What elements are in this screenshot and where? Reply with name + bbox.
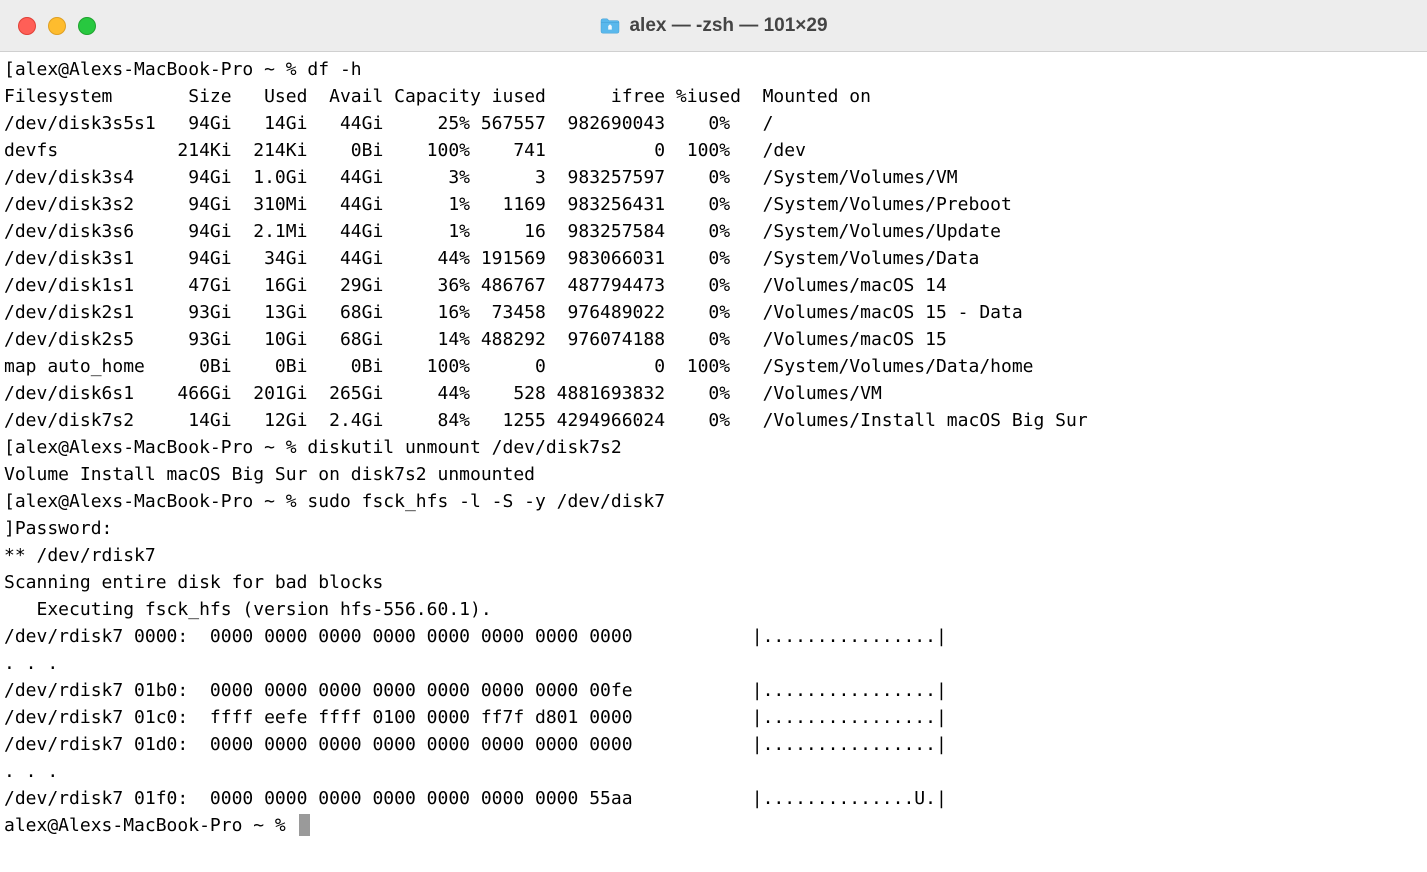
hex-dump-line: /dev/rdisk7 01b0: 0000 0000 0000 0000 00… [4, 677, 1423, 704]
df-header: Filesystem Size Used Avail Capacity iuse… [4, 83, 1423, 110]
zoom-button[interactable] [78, 17, 96, 35]
home-folder-icon [599, 17, 621, 35]
hex-dump-line: /dev/rdisk7 01c0: ffff eefe ffff 0100 00… [4, 704, 1423, 731]
df-row: /dev/disk1s1 47Gi 16Gi 29Gi 36% 486767 4… [4, 272, 1423, 299]
cursor [299, 814, 310, 836]
df-row: /dev/disk2s1 93Gi 13Gi 68Gi 16% 73458 97… [4, 299, 1423, 326]
prompt-line[interactable]: alex@Alexs-MacBook-Pro ~ % [4, 812, 1423, 839]
fsck-scan: Scanning entire disk for bad blocks [4, 569, 1423, 596]
hex-dump-line: . . . [4, 650, 1423, 677]
hex-dump-line: /dev/rdisk7 01d0: 0000 0000 0000 0000 00… [4, 731, 1423, 758]
df-row: map auto_home 0Bi 0Bi 0Bi 100% 0 0 100% … [4, 353, 1423, 380]
hex-dump-line: . . . [4, 758, 1423, 785]
fsck-exec: Executing fsck_hfs (version hfs-556.60.1… [4, 596, 1423, 623]
password-prompt: ]Password: [4, 515, 1423, 542]
terminal-body[interactable]: [alex@Alexs-MacBook-Pro ~ % df -hFilesys… [0, 52, 1427, 843]
df-row: /dev/disk3s6 94Gi 2.1Mi 44Gi 1% 16 98325… [4, 218, 1423, 245]
hex-dump-line: /dev/rdisk7 01f0: 0000 0000 0000 0000 00… [4, 785, 1423, 812]
window-title: alex — -zsh — 101×29 [629, 12, 827, 39]
df-row: /dev/disk3s5s1 94Gi 14Gi 44Gi 25% 567557… [4, 110, 1423, 137]
df-row: /dev/disk6s1 466Gi 201Gi 265Gi 44% 528 4… [4, 380, 1423, 407]
hex-dump-line: /dev/rdisk7 0000: 0000 0000 0000 0000 00… [4, 623, 1423, 650]
window-titlebar: alex — -zsh — 101×29 [0, 0, 1427, 52]
df-row: /dev/disk2s5 93Gi 10Gi 68Gi 14% 488292 9… [4, 326, 1423, 353]
df-row: /dev/disk3s1 94Gi 34Gi 44Gi 44% 191569 9… [4, 245, 1423, 272]
prompt-line: [alex@Alexs-MacBook-Pro ~ % sudo fsck_hf… [4, 488, 1423, 515]
prompt-line: [alex@Alexs-MacBook-Pro ~ % diskutil unm… [4, 434, 1423, 461]
fsck-banner: ** /dev/rdisk7 [4, 542, 1423, 569]
close-button[interactable] [18, 17, 36, 35]
prompt-line: [alex@Alexs-MacBook-Pro ~ % df -h [4, 56, 1423, 83]
df-row: /dev/disk3s4 94Gi 1.0Gi 44Gi 3% 3 983257… [4, 164, 1423, 191]
unmount-output: Volume Install macOS Big Sur on disk7s2 … [4, 461, 1423, 488]
df-row: devfs 214Ki 214Ki 0Bi 100% 741 0 100% /d… [4, 137, 1423, 164]
df-row: /dev/disk3s2 94Gi 310Mi 44Gi 1% 1169 983… [4, 191, 1423, 218]
minimize-button[interactable] [48, 17, 66, 35]
df-row: /dev/disk7s2 14Gi 12Gi 2.4Gi 84% 1255 42… [4, 407, 1423, 434]
traffic-lights [18, 17, 96, 35]
